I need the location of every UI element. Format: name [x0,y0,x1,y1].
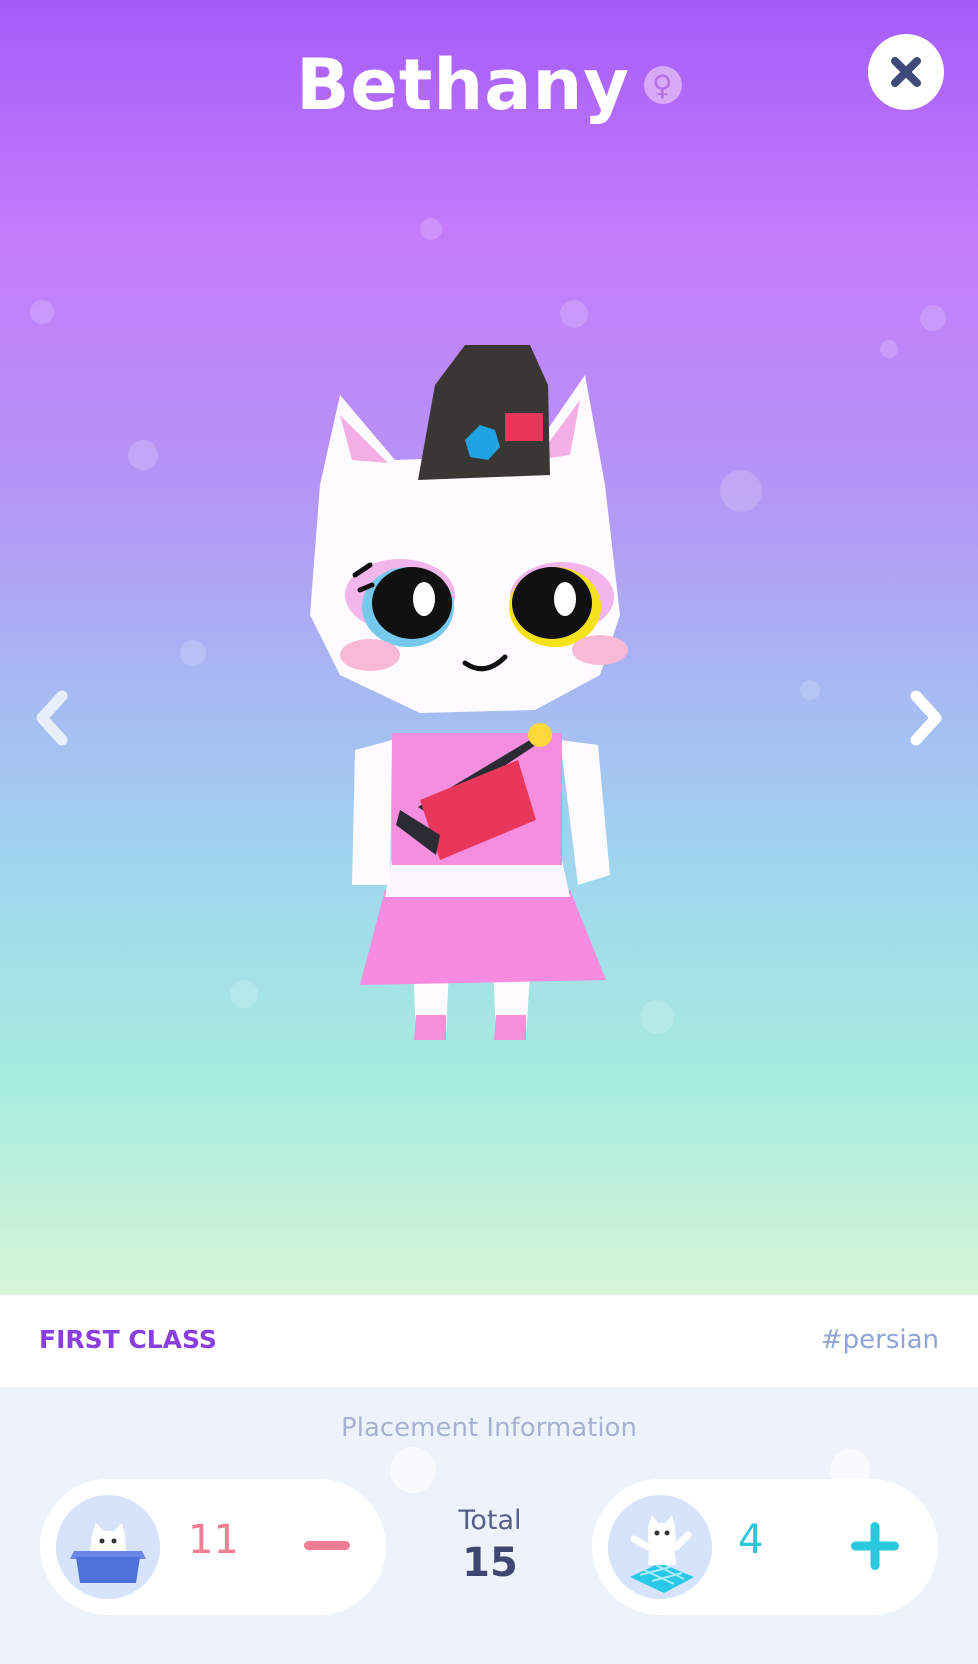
cat-on-tile-icon [608,1495,712,1599]
background-bubble [30,300,54,324]
background-bubble [128,440,158,470]
background-bubble [230,980,258,1008]
total-summary: Total 15 [430,1505,550,1586]
plus-icon[interactable] [848,1519,902,1573]
background-bubble [920,305,946,331]
page-title: Bethany ♀ [0,44,978,126]
placed-count-pill: 4 [592,1479,938,1615]
placed-count: 4 [738,1517,764,1563]
background-bubble [180,640,206,666]
character-viewer: Bethany ♀ [0,0,978,1295]
placement-title: Placement Information [341,1413,637,1443]
total-value: 15 [462,1540,518,1586]
cat-character-illustration [310,345,628,1040]
background-bubble [420,218,442,240]
character-info-bar: FIRST CLASS #persian [0,1295,978,1387]
class-label: FIRST CLASS [39,1325,217,1354]
female-icon: ♀ [643,66,682,104]
cat-in-box-icon [56,1495,160,1599]
background-bubble [880,340,898,358]
character-name: Bethany [296,44,630,126]
background-bubble [800,680,820,700]
total-label: Total [458,1505,522,1536]
background-bubble [720,470,762,512]
stored-count: 11 [188,1517,239,1563]
close-button[interactable] [868,34,944,110]
stored-count-pill: 11 [40,1479,386,1615]
breed-tag: #persian [820,1325,939,1355]
close-icon [891,57,921,87]
chevron-right-icon[interactable] [906,690,946,746]
placement-panel: Placement Information 11 Total 15 4 [0,1387,978,1664]
background-bubble [390,1447,436,1493]
chevron-left-icon[interactable] [32,690,72,746]
background-bubble [560,300,588,328]
minus-icon[interactable] [302,1521,352,1571]
